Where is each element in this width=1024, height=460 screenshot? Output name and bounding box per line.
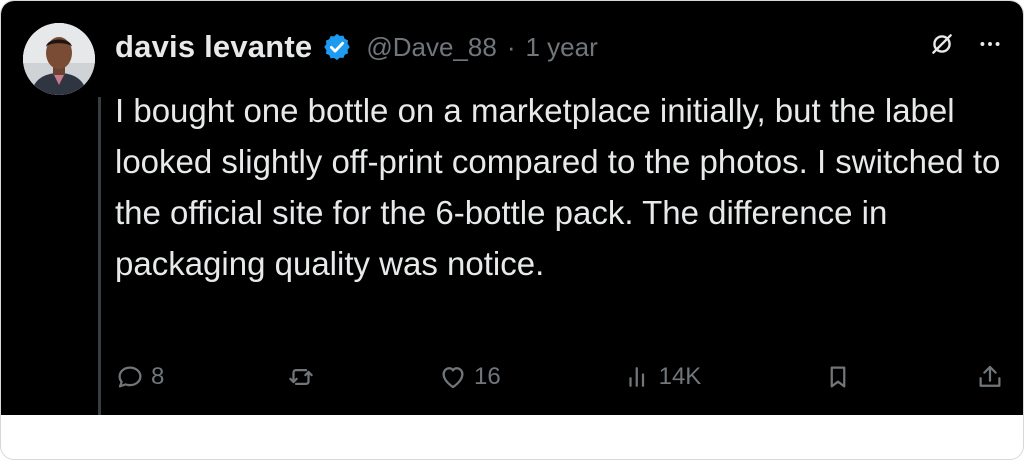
repost-icon (286, 362, 316, 392)
avatar[interactable] (23, 23, 95, 95)
bookmark-icon (823, 362, 853, 392)
like-count: 16 (474, 363, 501, 390)
post-text: I bought one bottle on a marketplace ini… (115, 92, 1001, 282)
verified-badge-icon (322, 32, 352, 62)
top-actions (929, 31, 1003, 62)
post[interactable]: davis levante @Dave_88 · 1 year I bought… (1, 1, 1023, 415)
views-icon (623, 362, 653, 392)
author-name[interactable]: davis levante (115, 29, 312, 65)
reply-button[interactable]: 8 (115, 362, 164, 392)
repost-button[interactable] (286, 362, 316, 392)
thread-line (98, 97, 101, 415)
share-button[interactable] (975, 362, 1005, 392)
like-icon (438, 362, 468, 392)
bookmark-button[interactable] (823, 362, 853, 392)
post-header: davis levante @Dave_88 · 1 year (115, 27, 598, 67)
share-icon (975, 362, 1005, 392)
like-button[interactable]: 16 (438, 362, 501, 392)
reply-icon (115, 362, 145, 392)
reply-count: 8 (151, 363, 165, 390)
view-count: 14K (658, 363, 702, 390)
separator-dot: · (506, 31, 516, 62)
grok-icon[interactable] (929, 31, 955, 62)
post-time[interactable]: 1 year (525, 32, 597, 63)
more-icon[interactable] (977, 31, 1003, 62)
action-bar: 8 16 14K (115, 359, 1005, 395)
post-card-frame: davis levante @Dave_88 · 1 year I bought… (0, 0, 1024, 460)
author-handle[interactable]: @Dave_88 (366, 32, 496, 63)
views-button[interactable]: 14K (623, 362, 702, 392)
